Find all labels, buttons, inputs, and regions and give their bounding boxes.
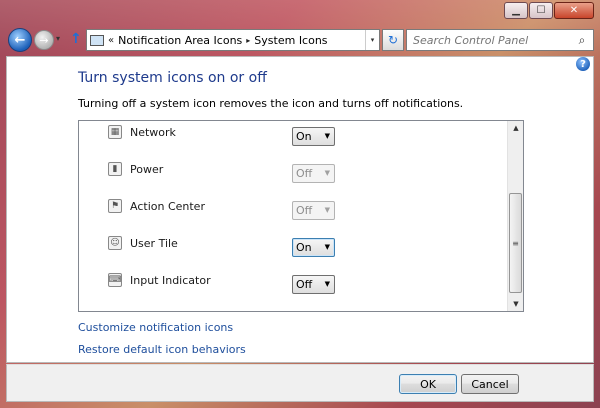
list-item-label: Network: [130, 126, 176, 139]
maximize-button[interactable]: ☐: [529, 2, 553, 19]
search-box[interactable]: ⌕: [406, 29, 594, 51]
close-button[interactable]: ✕: [554, 2, 594, 19]
control-panel-window: ▁ ☐ ✕ ← → ▾ ↑ « Notification Area Icons …: [0, 0, 600, 408]
list-item-power: ▮ Power Off ▼: [79, 160, 509, 190]
list-item-label: User Tile: [130, 237, 178, 250]
action-center-behavior-dropdown: Off ▼: [292, 201, 335, 220]
minimize-button[interactable]: ▁: [504, 2, 528, 19]
dropdown-arrow-icon: ▼: [324, 280, 330, 288]
chevron-down-icon: ▾: [56, 34, 61, 43]
input-indicator-behavior-dropdown[interactable]: Off ▼: [292, 275, 335, 294]
dropdown-arrow-icon: ▼: [324, 206, 330, 214]
list-item-label: Input Indicator: [130, 274, 211, 287]
breadcrumb-overflow-button[interactable]: «: [108, 35, 114, 46]
forward-arrow-icon: →: [39, 33, 49, 47]
breadcrumb-system-icons[interactable]: System Icons: [254, 34, 327, 47]
control-panel-icon: [90, 34, 104, 46]
window-controls: ▁ ☐ ✕: [504, 2, 594, 19]
cancel-button[interactable]: Cancel: [461, 374, 519, 394]
customize-notification-icons-link[interactable]: Customize notification icons: [78, 321, 233, 334]
list-item-network: ▦ Network On ▼: [79, 123, 509, 153]
power-behavior-dropdown: Off ▼: [292, 164, 335, 183]
dropdown-value: On: [296, 130, 312, 143]
back-arrow-icon: ←: [14, 32, 26, 48]
breadcrumb-notification-area-icons[interactable]: Notification Area Icons: [118, 34, 242, 47]
dropdown-arrow-icon: ▼: [324, 243, 330, 251]
dropdown-arrow-icon: ▼: [324, 132, 330, 140]
list-scrollbar[interactable]: ▲ ≡ ▼: [507, 121, 523, 311]
forward-button[interactable]: →: [34, 30, 54, 50]
help-icon[interactable]: ?: [576, 57, 590, 71]
user-tile-behavior-dropdown[interactable]: On ▼: [292, 238, 335, 257]
scroll-up-icon: ▲: [513, 124, 519, 132]
scroll-down-icon: ▼: [513, 300, 519, 308]
list-item-action-center: ⚑ Action Center Off ▼: [79, 197, 509, 227]
address-bar[interactable]: « Notification Area Icons ▸ System Icons…: [86, 29, 380, 51]
up-level-button[interactable]: ↑: [70, 31, 82, 47]
list-item-input-indicator: ⌨ Input Indicator Off ▼: [79, 271, 509, 301]
back-button[interactable]: ←: [8, 28, 32, 52]
user-icon: ☺: [108, 236, 122, 250]
keyboard-icon: ⌨: [108, 273, 122, 287]
system-icons-list[interactable]: ▦ Network On ▼ ▮ Power Off ▼ ⚑ Action Ce…: [78, 120, 524, 312]
recent-pages-dropdown[interactable]: ▾: [56, 34, 60, 43]
address-dropdown-button[interactable]: ▾: [365, 30, 379, 50]
breadcrumb-separator-icon[interactable]: ▸: [246, 36, 250, 45]
chevron-down-icon: ▾: [370, 36, 375, 44]
search-input[interactable]: [407, 31, 573, 49]
dropdown-value: Off: [296, 278, 313, 291]
list-item-user-tile: ☺ User Tile On ▼: [79, 234, 509, 264]
scrollbar-thumb[interactable]: ≡: [509, 193, 522, 293]
restore-default-icon-behaviors-link[interactable]: Restore default icon behaviors: [78, 343, 246, 356]
refresh-icon: ↻: [387, 33, 399, 47]
network-behavior-dropdown[interactable]: On ▼: [292, 127, 335, 146]
power-icon: ▮: [108, 162, 122, 176]
main-content: ? Turn system icons on or off Turning of…: [6, 56, 594, 363]
dialog-footer: OK Cancel: [6, 364, 594, 402]
scroll-up-button[interactable]: ▲: [508, 121, 523, 135]
page-title: Turn system icons on or off: [78, 70, 267, 86]
up-arrow-icon: ↑: [70, 31, 82, 47]
search-icon[interactable]: ⌕: [573, 33, 591, 48]
flag-icon: ⚑: [108, 199, 122, 213]
dropdown-value: Off: [296, 204, 313, 217]
network-icon: ▦: [108, 125, 122, 139]
scroll-down-button[interactable]: ▼: [508, 297, 523, 311]
page-description: Turning off a system icon removes the ic…: [78, 97, 464, 110]
dropdown-arrow-icon: ▼: [324, 169, 330, 177]
refresh-button[interactable]: ↻: [382, 29, 404, 51]
ok-button[interactable]: OK: [399, 374, 457, 394]
list-item-label: Power: [130, 163, 164, 176]
dropdown-value: Off: [296, 167, 313, 180]
list-item-label: Action Center: [130, 200, 205, 213]
grip-icon: ≡: [512, 238, 519, 248]
dropdown-value: On: [296, 241, 312, 254]
navigation-bar: ← → ▾ ↑ « Notification Area Icons ▸ Syst…: [6, 28, 594, 52]
